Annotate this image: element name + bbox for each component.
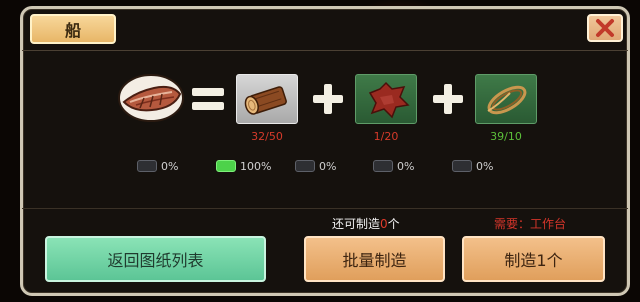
recipe-row: 32/50 1/20 39/10: [0, 72, 640, 152]
chance-label: 0%: [161, 159, 179, 173]
plus-sign: [313, 84, 343, 114]
chance-toggle[interactable]: 0%: [373, 158, 414, 174]
back-to-blueprints-button[interactable]: 返回图纸列表: [45, 236, 266, 282]
leather-hide-icon: [368, 81, 410, 119]
plus-sign: [433, 84, 463, 114]
can-make-text: 还可制造0个: [332, 217, 400, 231]
chance-label: 0%: [476, 159, 494, 173]
chance-toggle[interactable]: 100%: [216, 158, 271, 174]
wood-log-icon: [244, 86, 287, 115]
ingredient-slot-rope[interactable]: [475, 74, 537, 124]
requirement-text: 需要：工作台: [494, 217, 567, 231]
equals-sign: [192, 84, 224, 112]
checkbox[interactable]: [452, 160, 472, 172]
header-divider: [22, 50, 628, 51]
checkbox[interactable]: [216, 160, 236, 172]
boat-icon[interactable]: [116, 72, 186, 124]
checkbox[interactable]: [137, 160, 157, 172]
chance-label: 0%: [397, 159, 415, 173]
rope-coil-icon: [487, 85, 527, 115]
chance-label: 0%: [319, 159, 337, 173]
footer-divider: [22, 208, 628, 209]
chance-toggle[interactable]: 0%: [452, 158, 493, 174]
ingredient-count-leather: 1/20: [373, 130, 399, 143]
ingredient-count-rope: 39/10: [490, 130, 522, 143]
ingredient-count-wood: 32/50: [251, 130, 283, 143]
batch-craft-button[interactable]: 批量制造: [304, 236, 445, 282]
chance-toggle[interactable]: 0%: [137, 158, 178, 174]
chance-label: 100%: [240, 159, 272, 173]
close-button[interactable]: [587, 14, 623, 42]
recipe-title: 船: [30, 14, 116, 44]
checkbox[interactable]: [373, 160, 393, 172]
ingredient-slot-leather[interactable]: [355, 74, 417, 124]
can-make-count: 0: [380, 217, 388, 231]
ingredient-slot-wood[interactable]: [236, 74, 298, 124]
chance-toggle[interactable]: 0%: [295, 158, 336, 174]
close-icon: [596, 19, 614, 37]
checkbox[interactable]: [295, 160, 315, 172]
craft-one-button[interactable]: 制造1个: [462, 236, 605, 282]
